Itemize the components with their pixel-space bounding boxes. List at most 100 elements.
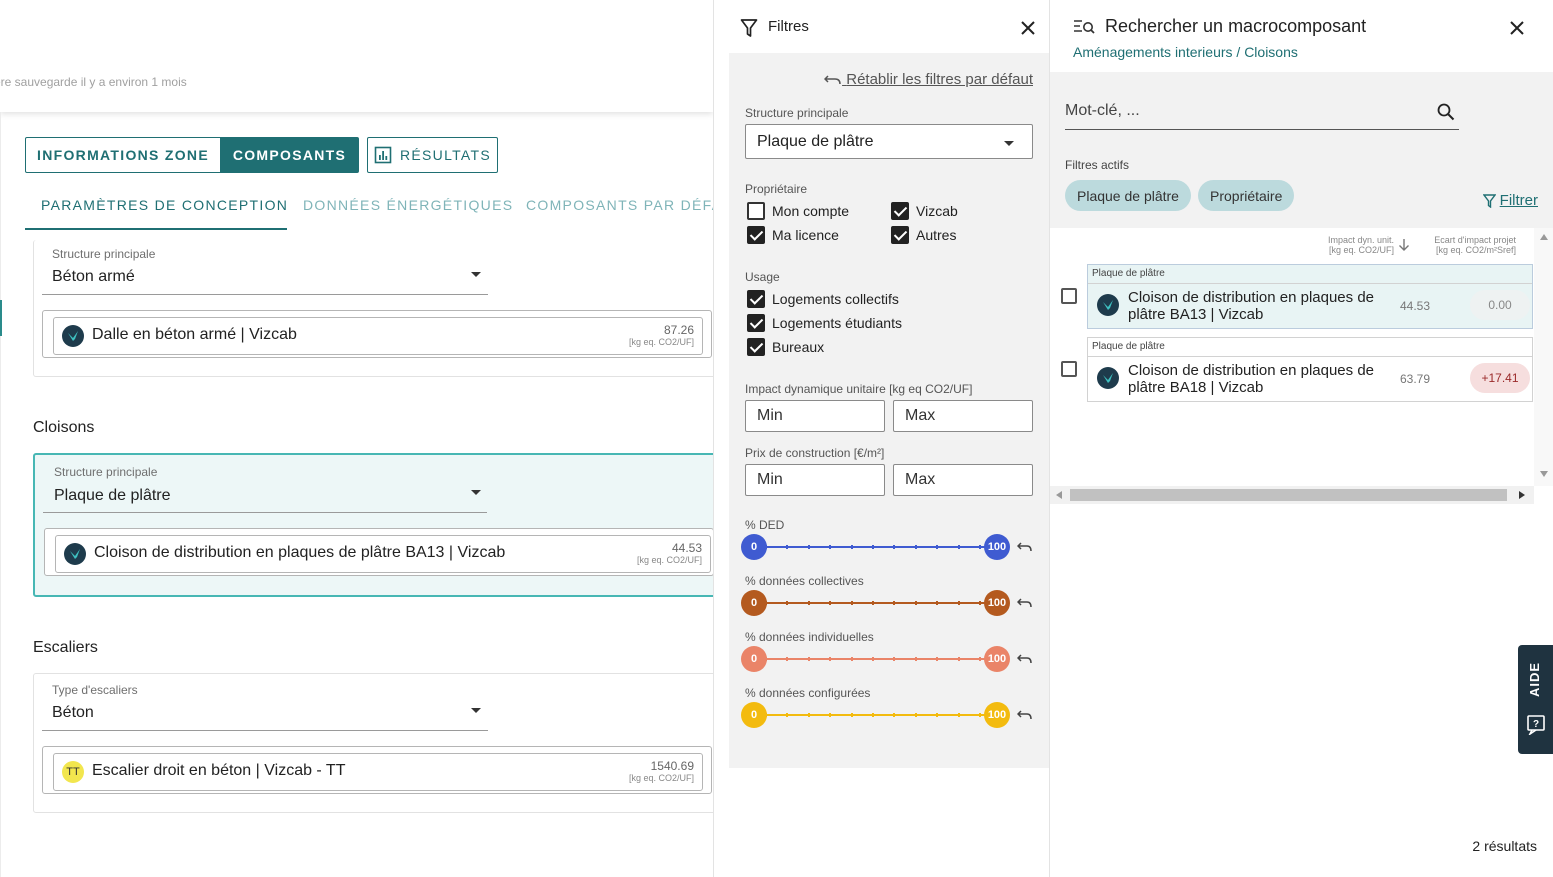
structure-select[interactable]: Plaque de plâtre	[54, 487, 171, 505]
impact-label: Impact dynamique unitaire [kg eq CO2/UF]	[745, 382, 973, 396]
scroll-down-icon[interactable]	[1540, 471, 1548, 477]
filters-title: Filtres	[768, 18, 809, 35]
result-gap-badge: +17.41	[1470, 363, 1530, 393]
tab-informations-zone[interactable]: INFORMATIONS ZONE	[25, 137, 221, 173]
column-gap-label: Ecart d'impact projet	[1434, 235, 1516, 245]
slider-ticks	[765, 545, 981, 549]
slider-label: % données configurées	[745, 686, 871, 700]
section-title-escaliers: Escaliers	[33, 639, 98, 656]
active-filter-chip[interactable]: Propriétaire	[1198, 180, 1295, 211]
slider-max-handle[interactable]: 100	[984, 590, 1010, 616]
checkbox-autres[interactable]: Autres	[891, 226, 956, 244]
component-box[interactable]: Cloison de distribution en plaques de pl…	[44, 528, 713, 576]
column-impact-label: Impact dyn. unit.	[1327, 235, 1394, 245]
result-checkbox[interactable]	[1061, 288, 1077, 304]
component-unit: [kg eq. CO2/UF]	[636, 555, 702, 565]
checkbox-vizcab[interactable]: Vizcab	[891, 202, 958, 220]
undo-icon[interactable]	[1017, 708, 1033, 720]
vertical-scrollbar[interactable]	[1534, 228, 1553, 486]
slider-min-handle[interactable]: 0	[741, 646, 767, 672]
section-cloisons-card[interactable]: Structure principale Plaque de plâtre Cl…	[33, 453, 713, 597]
undo-icon[interactable]	[1017, 540, 1033, 552]
slider-donnees-individuelles[interactable]: 0 100	[741, 644, 1033, 674]
checkbox-mon-compte[interactable]: Mon compte	[747, 202, 849, 220]
results-button[interactable]: RÉSULTATS	[367, 137, 498, 173]
slider-ticks	[765, 657, 981, 661]
scroll-thumb[interactable]	[1070, 489, 1507, 501]
slider-max-handle[interactable]: 100	[984, 646, 1010, 672]
structure-select[interactable]: Plaque de plâtre	[745, 124, 1033, 159]
top-bar: ère sauvegarde il y a environ 1 mois	[0, 0, 713, 112]
slider-min-handle[interactable]: 0	[741, 702, 767, 728]
filters-header: Filtres	[714, 0, 1049, 53]
chevron-down-icon[interactable]	[471, 490, 481, 495]
result-card[interactable]: Plaque de plâtre Cloison de distribution…	[1087, 264, 1533, 329]
undo-icon	[824, 75, 841, 85]
scroll-right-icon[interactable]	[1519, 491, 1525, 499]
bird-logo-icon	[1097, 367, 1119, 389]
checkbox-bureaux[interactable]: Bureaux	[747, 338, 824, 356]
horizontal-scrollbar[interactable]	[1050, 486, 1534, 504]
slider-donnees-collectives[interactable]: 0 100	[741, 588, 1033, 618]
undo-icon[interactable]	[1017, 652, 1033, 664]
result-name: Cloison de distribution en plaques de pl…	[1128, 362, 1374, 396]
slider-min-handle[interactable]: 0	[741, 590, 767, 616]
component-inner: Cloison de distribution en plaques de pl…	[55, 535, 711, 573]
price-max-input[interactable]: Max	[893, 464, 1033, 496]
stair-type-select[interactable]: Béton	[52, 704, 94, 722]
price-min-input[interactable]: Min	[745, 464, 885, 496]
breadcrumb[interactable]: Aménagements interieurs / Cloisons	[1073, 44, 1298, 60]
sort-down-icon[interactable]	[1398, 238, 1410, 252]
scroll-up-icon[interactable]	[1540, 234, 1548, 240]
column-impact[interactable]: Impact dyn. unit. [kg eq. CO2/UF]	[1308, 235, 1394, 255]
reset-filters-label: Rétablir les filtres par défaut	[846, 71, 1033, 88]
slider-ticks	[765, 601, 981, 605]
checkbox-logements-collectifs[interactable]: Logements collectifs	[747, 290, 899, 308]
checkbox-label: Vizcab	[916, 203, 958, 219]
tab-label: INFORMATIONS ZONE	[37, 147, 209, 163]
chevron-down-icon[interactable]	[471, 708, 481, 713]
impact-max-input[interactable]: Max	[893, 400, 1033, 432]
structure-label: Structure principale	[745, 106, 849, 120]
result-divider	[1088, 283, 1532, 284]
result-card[interactable]: Plaque de plâtre Cloison de distribution…	[1087, 337, 1533, 402]
svg-text:?: ?	[1533, 719, 1539, 730]
impact-min-input[interactable]: Min	[745, 400, 885, 432]
help-tab[interactable]: AIDE ?	[1518, 645, 1553, 754]
active-filter-chip[interactable]: Plaque de plâtre	[1065, 180, 1191, 211]
component-box[interactable]: Dalle en béton armé | Vizcab 87.26 [kg e…	[42, 310, 712, 358]
filter-link[interactable]: Filtrer	[1482, 192, 1538, 209]
structure-select[interactable]: Béton armé	[52, 268, 135, 286]
search-header: Rechercher un macrocomposant Aménagement…	[1050, 0, 1553, 72]
tab-label: COMPOSANTS	[232, 147, 347, 163]
column-gap-unit: [kg eq. CO2/m²Sref]	[1435, 245, 1516, 255]
search-icon[interactable]	[1437, 103, 1455, 121]
component-box[interactable]: TT Escalier droit en béton | Vizcab - TT…	[42, 746, 712, 794]
subtab-parametres[interactable]: PARAMÈTRES DE CONCEPTION	[25, 188, 287, 230]
slider-max-handle[interactable]: 100	[984, 534, 1010, 560]
result-checkbox[interactable]	[1061, 361, 1077, 377]
slider-ded[interactable]: 0 100	[741, 532, 1033, 562]
checkbox-logements-etudiants[interactable]: Logements étudiants	[747, 314, 902, 332]
scroll-left-icon[interactable]	[1056, 491, 1062, 499]
result-impact: 63.79	[1400, 372, 1431, 386]
component-name: Cloison de distribution en plaques de pl…	[94, 544, 506, 561]
checkbox-ma-licence[interactable]: Ma licence	[747, 226, 839, 244]
field-label: Type d'escaliers	[52, 683, 138, 697]
close-icon[interactable]	[1509, 20, 1525, 36]
subtab-donnees-energetiques[interactable]: DONNÉES ÉNERGÉTIQUES	[303, 188, 513, 230]
close-icon[interactable]	[1020, 20, 1036, 36]
result-impact: 44.53	[1400, 299, 1431, 313]
column-gap: Ecart d'impact projet [kg eq. CO2/m²Sref…	[1416, 235, 1516, 255]
chevron-down-icon[interactable]	[471, 272, 481, 277]
slider-donnees-configurees[interactable]: 0 100	[741, 700, 1033, 730]
subtab-composants-defaut[interactable]: COMPOSANTS PAR DÉFAUT	[526, 188, 713, 230]
reset-filters-link[interactable]: Rétablir les filtres par défaut	[824, 71, 1033, 88]
result-tag: Plaque de plâtre	[1092, 268, 1165, 279]
undo-icon[interactable]	[1017, 596, 1033, 608]
component-unit: [kg eq. CO2/UF]	[628, 773, 694, 783]
tab-composants[interactable]: COMPOSANTS	[220, 137, 359, 173]
slider-max-handle[interactable]: 100	[984, 702, 1010, 728]
slider-min-handle[interactable]: 0	[741, 534, 767, 560]
keyword-search-input[interactable]: Mot-clé, ...	[1065, 94, 1459, 130]
